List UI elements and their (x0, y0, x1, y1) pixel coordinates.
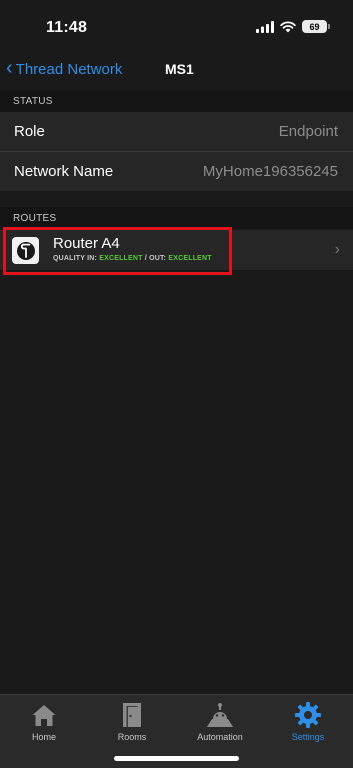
network-name-value: MyHome196356245 (202, 163, 338, 180)
status-section-header: STATUS (0, 90, 353, 112)
tab-home[interactable]: Home (0, 701, 88, 747)
network-name-label: Network Name (14, 163, 114, 180)
quality-out-value: EXCELLENT (168, 255, 212, 262)
home-icon (30, 701, 58, 729)
cellular-signal-icon (256, 20, 274, 33)
thread-logo-icon (12, 237, 39, 264)
nav-bar: ‹ Thread Network MS1 (0, 52, 353, 88)
robot-icon (206, 701, 234, 729)
tab-settings[interactable]: Settings (264, 701, 352, 747)
wifi-icon (280, 20, 296, 32)
network-name-row: Network Name MyHome196356245 (0, 152, 353, 191)
tab-automation[interactable]: Automation (176, 701, 264, 747)
status-bar: 11:48 69 (0, 0, 353, 52)
back-button[interactable]: ‹ Thread Network (6, 57, 123, 79)
tab-settings-label: Settings (291, 732, 325, 742)
battery-level: 69 (309, 21, 320, 32)
quality-in-value: EXCELLENT (99, 255, 143, 262)
routes-section-header: ROUTES (0, 207, 353, 229)
role-row: Role Endpoint (0, 112, 353, 151)
chevron-left-icon: ‹ (6, 57, 13, 79)
route-quality: QUALITY IN: EXCELLENT / OUT: EXCELLENT (53, 255, 212, 262)
tab-home-label: Home (31, 732, 56, 742)
quality-prefix: QUALITY IN: (53, 255, 100, 262)
back-button-label: Thread Network (15, 60, 123, 78)
tab-automation-label: Automation (197, 732, 243, 742)
chevron-right-icon: › (334, 241, 340, 258)
tab-rooms-label: Rooms (117, 732, 147, 742)
status-time: 11:48 (46, 19, 88, 36)
battery-indicator: 69 (302, 20, 330, 33)
page-title: MS1 (165, 61, 194, 77)
status-icons: 69 (256, 20, 330, 33)
role-value: Endpoint (278, 123, 338, 140)
gear-icon (294, 701, 322, 729)
home-indicator[interactable] (114, 756, 239, 761)
route-item-router-a4[interactable]: Router A4 QUALITY IN: EXCELLENT / OUT: E… (0, 230, 353, 270)
role-label: Role (14, 123, 45, 140)
tab-rooms[interactable]: Rooms (88, 701, 176, 747)
quality-separator: / OUT: (142, 255, 169, 262)
route-name: Router A4 (53, 235, 120, 252)
door-icon (118, 701, 146, 729)
